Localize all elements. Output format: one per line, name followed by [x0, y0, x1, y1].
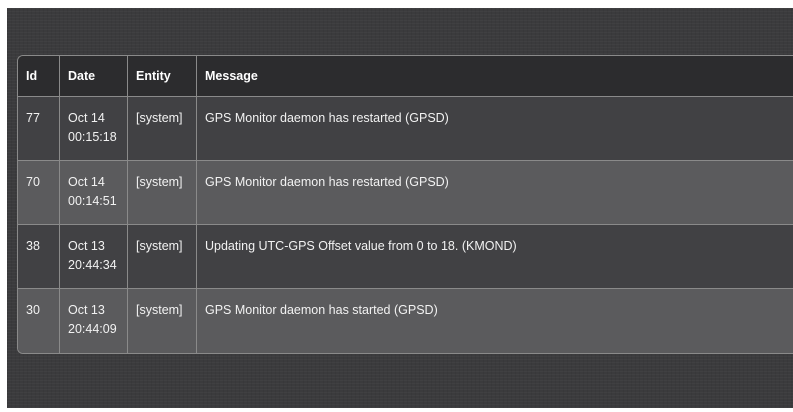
cell-entity: [system]	[128, 97, 197, 161]
table-row: 70 Oct 14 00:14:51 [system] GPS Monitor …	[18, 161, 793, 225]
cell-id: 30	[18, 289, 60, 353]
cell-date: Oct 14 00:15:18	[60, 97, 128, 161]
cell-date: Oct 13 20:44:34	[60, 225, 128, 289]
cell-message: GPS Monitor daemon has started (GPSD)	[205, 303, 438, 317]
date-day: Oct 13	[68, 239, 105, 253]
cell-message: GPS Monitor daemon has restarted (GPSD)	[197, 97, 793, 161]
cell-message: GPS Monitor daemon has restarted (GPSD)	[197, 161, 793, 225]
table-row: 30 Oct 13 20:44:09 [system] GPS Monitor …	[18, 289, 793, 353]
cell-entity: [system]	[128, 225, 197, 289]
column-header-id[interactable]: Id	[18, 56, 60, 97]
date-day: Oct 14	[68, 175, 105, 189]
table-header-row: Id Date Entity Message	[18, 56, 793, 97]
table-row: 38 Oct 13 20:44:34 [system] Updating UTC…	[18, 225, 793, 289]
cell-id: 70	[18, 161, 60, 225]
table-row: 77 Oct 14 00:15:18 [system] GPS Monitor …	[18, 97, 793, 161]
cell-date: Oct 14 00:14:51	[60, 161, 128, 225]
column-header-entity[interactable]: Entity	[128, 56, 197, 97]
column-header-date[interactable]: Date	[60, 56, 128, 97]
cell-id: 77	[18, 97, 60, 161]
date-day: Oct 13	[68, 303, 105, 317]
cell-date: Oct 13 20:44:09	[60, 289, 128, 353]
date-time: 20:44:09	[68, 322, 117, 336]
cell-entity: [system]	[128, 161, 197, 225]
column-header-message[interactable]: Message	[197, 56, 793, 97]
cell-id: 38	[18, 225, 60, 289]
date-time: 20:44:34	[68, 258, 117, 272]
event-log-table: Id Date Entity Message 77 Oct 14 00:15:1…	[17, 55, 793, 354]
date-time: 00:14:51	[68, 194, 117, 208]
cell-message: Updating UTC-GPS Offset value from 0 to …	[197, 225, 793, 289]
cell-entity: [system]	[128, 289, 197, 353]
date-day: Oct 14	[68, 111, 105, 125]
date-time: 00:15:18	[68, 130, 117, 144]
